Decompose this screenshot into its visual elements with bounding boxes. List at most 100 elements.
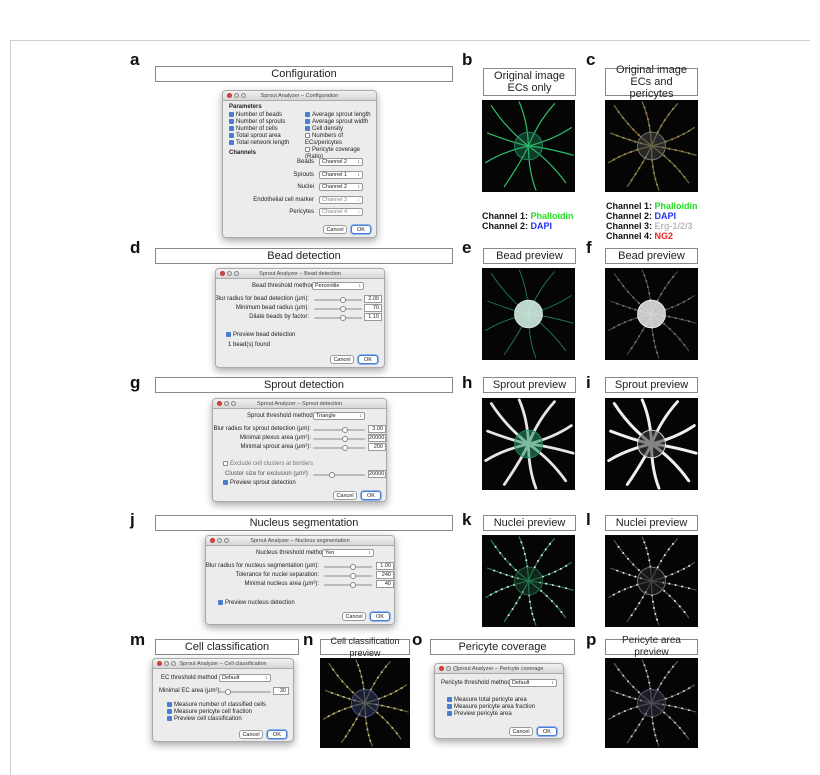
parameter-slider[interactable] [313, 445, 365, 451]
ec-method-select[interactable]: Default [219, 674, 271, 682]
slider-knob[interactable] [340, 297, 347, 303]
window-controls[interactable] [439, 666, 458, 671]
cancel-button[interactable]: Cancel [323, 225, 347, 234]
checkbox-icon[interactable] [223, 480, 228, 485]
ok-button[interactable]: OK [358, 355, 378, 364]
window-controls[interactable] [220, 271, 239, 276]
exclude-clusters-checkbox[interactable]: Exclude cell clusters at borders [223, 461, 313, 467]
slider-knob[interactable] [341, 427, 348, 433]
checkbox-icon[interactable] [229, 126, 234, 132]
slider-knob[interactable] [350, 582, 357, 588]
option-checkbox[interactable]: Measure pericyte area fraction [447, 704, 535, 711]
option-checkbox[interactable]: Measure pericyte cell fraction [167, 709, 266, 716]
slider-knob[interactable] [341, 445, 348, 451]
parameter-checkbox[interactable]: Number of cells [229, 126, 289, 133]
checkbox-icon[interactable] [229, 140, 234, 146]
option-checkbox[interactable]: Preview cell classification [167, 716, 266, 723]
checkbox-icon[interactable] [223, 461, 228, 466]
channel-select[interactable]: Channel 4 [319, 208, 363, 216]
ok-button[interactable]: OK [361, 491, 381, 500]
parameter-checkbox[interactable]: Number of sprouts [229, 119, 289, 126]
slider-knob[interactable] [350, 564, 357, 570]
checkbox-icon[interactable] [229, 119, 234, 125]
parameter-field[interactable]: 240 [376, 571, 394, 579]
parameter-field[interactable]: 200 [368, 443, 386, 451]
cancel-button[interactable]: Cancel [509, 727, 533, 736]
parameter-checkbox[interactable]: Total network length [229, 140, 289, 147]
cancel-button[interactable]: Cancel [330, 355, 354, 364]
parameter-field[interactable]: 2.00 [364, 295, 382, 303]
parameter-slider[interactable] [324, 564, 372, 570]
checkbox-icon[interactable] [447, 704, 452, 710]
checkbox-icon[interactable] [447, 697, 452, 702]
ok-button[interactable]: OK [267, 730, 287, 739]
bead-method-select[interactable]: Percentile [312, 282, 364, 290]
parameter-checkbox[interactable]: Cell density [305, 126, 376, 133]
preview-sprout-checkbox[interactable]: Preview sprout detection [223, 480, 296, 486]
parameter-field[interactable]: 40 [376, 580, 394, 588]
checkbox-icon[interactable] [167, 702, 172, 707]
parameter-field[interactable]: 1.10 [364, 313, 382, 321]
checkbox-icon[interactable] [305, 126, 310, 132]
channel-select[interactable]: Channel 1 [319, 170, 363, 179]
parameter-checkbox[interactable]: Number of beads [229, 112, 289, 119]
preview-bead-checkbox[interactable]: Preview bead detection [226, 332, 295, 338]
slider-knob[interactable] [340, 306, 347, 312]
window-controls[interactable] [157, 661, 176, 666]
channel-select[interactable]: Channel 2 [319, 158, 363, 166]
ok-button[interactable]: OK [537, 727, 557, 736]
parameter-checkbox[interactable]: Total sprout area [229, 133, 289, 140]
window-controls[interactable] [210, 538, 229, 543]
pericyte-method-select[interactable]: Default [509, 679, 557, 687]
parameter-slider[interactable] [313, 427, 365, 433]
ok-button[interactable]: OK [351, 225, 371, 234]
window-controls[interactable] [227, 93, 246, 98]
checkbox-icon[interactable] [305, 147, 310, 153]
nucleus-dot [643, 274, 646, 277]
checkbox-icon[interactable] [305, 133, 310, 139]
cluster-size-slider[interactable] [313, 472, 365, 478]
parameter-slider[interactable] [314, 297, 362, 303]
cluster-size-field[interactable]: 20000 [368, 470, 386, 478]
checkbox-icon[interactable] [167, 709, 172, 715]
parameter-field[interactable]: 3.00 [368, 425, 386, 433]
option-checkbox[interactable]: Measure number of classified cells [167, 702, 266, 709]
nucleus-dot [387, 705, 390, 708]
checkbox-icon[interactable] [305, 112, 310, 117]
min-ec-area-field[interactable]: 30 [273, 687, 289, 695]
checkbox-icon[interactable] [226, 332, 231, 337]
parameter-slider[interactable] [314, 315, 362, 321]
parameter-field[interactable]: 20000 [368, 434, 386, 442]
checkbox-icon[interactable] [218, 600, 223, 605]
nucleus-method-select[interactable]: Yen [322, 549, 374, 557]
parameter-field[interactable]: 1.00 [376, 562, 394, 570]
option-checkbox[interactable]: Preview pericyte area [447, 711, 535, 718]
parameter-slider[interactable] [314, 306, 362, 312]
channel-select[interactable]: Channel 2 [319, 183, 363, 191]
checkbox-icon[interactable] [229, 133, 234, 139]
parameter-slider[interactable] [324, 573, 372, 579]
parameter-checkbox[interactable]: Numbers of ECs/pericytes [305, 133, 376, 147]
parameter-field[interactable]: 70 [364, 304, 382, 312]
option-checkbox[interactable]: Measure total pericyte area [447, 697, 535, 704]
cancel-button[interactable]: Cancel [333, 491, 357, 500]
parameter-checkbox[interactable]: Average sprout width [305, 119, 376, 126]
ok-button[interactable]: OK [370, 612, 390, 621]
checkbox-icon[interactable] [305, 119, 310, 125]
sprout-method-select[interactable]: Triangle [313, 412, 365, 420]
channel-select[interactable]: Channel 3 [319, 195, 363, 204]
cancel-button[interactable]: Cancel [239, 730, 263, 739]
slider-knob[interactable] [350, 573, 357, 579]
window-controls[interactable] [217, 401, 236, 406]
cancel-button[interactable]: Cancel [342, 612, 366, 621]
slider-knob[interactable] [341, 436, 348, 442]
preview-nucleus-checkbox[interactable]: Preview nucleus detection [218, 600, 295, 606]
checkbox-icon[interactable] [167, 716, 172, 722]
parameter-slider[interactable] [313, 436, 365, 442]
slider-knob[interactable] [340, 315, 347, 321]
min-ec-area-slider[interactable] [219, 689, 271, 695]
checkbox-icon[interactable] [229, 112, 234, 117]
parameter-slider[interactable] [324, 582, 372, 588]
checkbox-icon[interactable] [447, 711, 452, 717]
parameter-checkbox[interactable]: Average sprout length [305, 112, 376, 119]
